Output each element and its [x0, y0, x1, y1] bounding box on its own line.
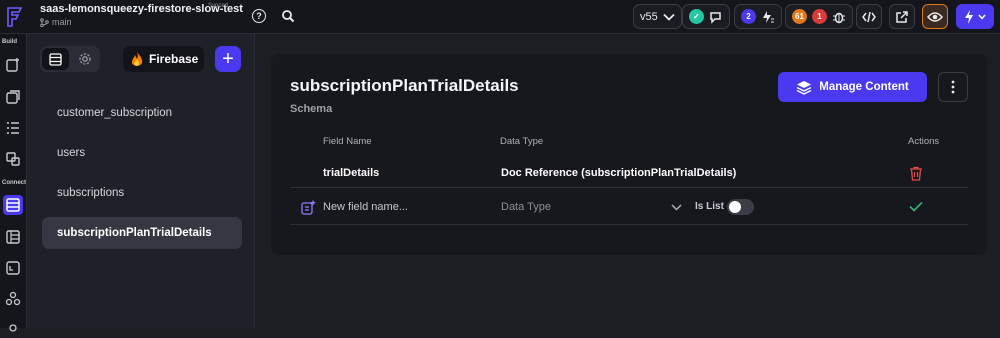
version-label: v55 — [640, 10, 658, 23]
manage-content-button[interactable]: Manage Content — [778, 72, 927, 102]
components-icon[interactable] — [3, 149, 23, 169]
collections-view-icon[interactable] — [42, 48, 69, 70]
branch-icon — [40, 17, 49, 27]
search-icon[interactable] — [281, 9, 295, 23]
add-page-icon[interactable] — [3, 55, 23, 75]
new-field-name-input[interactable]: New field name... — [323, 201, 408, 213]
confirm-check-icon[interactable] — [909, 201, 923, 212]
collection-title: subscriptionPlanTrialDetails — [290, 76, 519, 95]
branch-name: main — [52, 17, 72, 27]
status-pill[interactable]: ✓ — [682, 4, 730, 29]
top-bar: saas-lemonsqueezy-firestore-slow-test ma… — [0, 0, 1000, 34]
chat-icon — [710, 11, 721, 24]
chevron-down-icon — [663, 13, 675, 21]
schema-subtitle: Schema — [290, 103, 333, 115]
is-list-label: Is List — [695, 201, 724, 212]
firestore-icon[interactable] — [3, 195, 23, 215]
firebase-label: Firebase — [149, 52, 199, 66]
issues-pill[interactable]: 2 — [734, 4, 782, 29]
errors-count: 1 — [812, 9, 827, 24]
errors-pill[interactable]: 61 1 — [785, 4, 853, 29]
api-calls-icon[interactable] — [3, 258, 23, 278]
collection-item[interactable]: customer_subscription — [42, 97, 242, 129]
schema-icon[interactable] — [3, 227, 23, 247]
field-name[interactable]: trialDetails — [323, 167, 379, 179]
chevron-down-icon[interactable] — [671, 204, 682, 211]
issues-count: 2 — [741, 9, 756, 24]
field-type[interactable]: Doc Reference (subscriptionPlanTrialDeta… — [501, 167, 736, 179]
branch-indicator[interactable]: main — [40, 17, 243, 27]
is-list-toggle[interactable] — [727, 199, 754, 215]
firebase-button[interactable]: Firebase — [123, 46, 204, 72]
new-field-row: New field name... Data Type Is List — [290, 189, 968, 225]
toggle-knob — [729, 201, 741, 213]
header-field-name: Field Name — [323, 136, 372, 147]
add-collection-button[interactable]: + — [215, 46, 241, 72]
open-external-icon[interactable] — [889, 4, 915, 29]
collection-item[interactable]: users — [42, 137, 242, 169]
widget-tree-icon[interactable] — [3, 118, 23, 138]
collections-panel: Firebase + customer_subscription users s… — [27, 34, 255, 328]
lightning-icon — [965, 9, 973, 24]
sync-status: Synced — [208, 3, 229, 9]
code-icon[interactable] — [856, 4, 882, 29]
version-selector[interactable]: v55 — [633, 4, 682, 29]
header-data-type: Data Type — [500, 136, 544, 147]
bug-icon — [833, 12, 845, 23]
gear-icon[interactable] — [71, 48, 98, 70]
layers-icon — [796, 80, 812, 95]
view-toggle — [40, 46, 100, 72]
add-field-icon — [301, 200, 316, 215]
more-options-icon[interactable] — [938, 72, 968, 102]
trash-icon[interactable] — [909, 166, 923, 181]
collection-item[interactable]: subscriptions — [42, 177, 242, 209]
lightning-list-icon — [763, 10, 774, 23]
pages-icon[interactable] — [3, 87, 23, 107]
build-section-label: Build — [2, 39, 17, 45]
run-menu-button[interactable] — [956, 4, 994, 29]
flutterflow-logo-icon[interactable] — [4, 6, 24, 28]
manage-content-label: Manage Content — [819, 81, 909, 93]
collection-item-selected[interactable]: subscriptionPlanTrialDetails — [42, 217, 242, 249]
integrations-icon[interactable] — [3, 289, 23, 309]
check-icon: ✓ — [689, 9, 704, 24]
preview-eye-icon[interactable] — [922, 4, 948, 29]
warnings-count: 61 — [792, 9, 807, 24]
firebase-flame-icon — [131, 51, 143, 66]
help-icon[interactable]: ? — [252, 9, 266, 23]
chevron-down-icon — [978, 14, 986, 20]
nav-rail: Build Connect — [0, 34, 27, 332]
connect-section-label: Connect — [2, 180, 26, 186]
table-row: trialDetails Doc Reference (subscription… — [290, 158, 968, 188]
schema-card: subscriptionPlanTrialDetails Schema Mana… — [271, 54, 987, 255]
settings-rail-icon[interactable] — [3, 318, 23, 338]
data-type-select[interactable]: Data Type — [501, 201, 551, 213]
header-actions: Actions — [908, 136, 940, 147]
